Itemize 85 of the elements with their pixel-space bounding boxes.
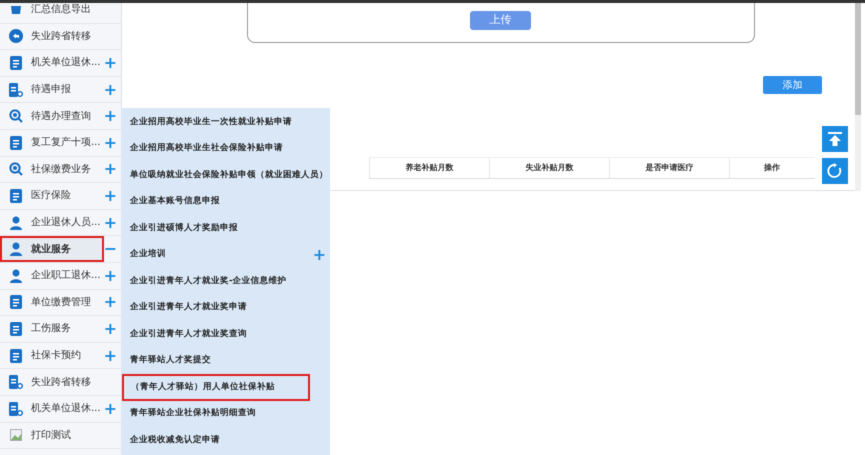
sidebar-label: 就业服务 <box>31 242 71 257</box>
column-header: 操作 <box>729 158 814 178</box>
document-icon <box>10 188 22 203</box>
submenu-item[interactable]: 企业招用高校毕业生一次性就业补贴申请 <box>121 109 330 136</box>
person-icon <box>9 268 23 283</box>
submenu-label: 企业招用高校毕业生社会保险补贴申请 <box>130 142 283 156</box>
sidebar-label: 汇总信息导出 <box>31 3 91 18</box>
submenu-item[interactable]: 单位吸纳就业社会保险补贴申领（就业困难人员） <box>121 162 330 188</box>
arrow-up-icon <box>827 131 843 147</box>
sidebar-item[interactable]: 企业职工退休... <box>0 262 104 289</box>
sidebar-item[interactable]: 企业退休人员... <box>0 210 104 236</box>
sidebar-item[interactable]: 工伤服务 <box>0 316 104 342</box>
sidebar-label: 工伤服务 <box>31 322 71 336</box>
sidebar-label: 机关单位退休... <box>31 56 101 70</box>
submenu-label: 企业招用高校毕业生一次性就业补贴申请 <box>130 116 292 129</box>
search-icon <box>9 109 23 124</box>
document-icon <box>9 402 23 416</box>
sidebar-label: 企业退休人员... <box>31 216 101 230</box>
refresh-icon <box>827 163 843 179</box>
submenu-item[interactable]: （青年人才驿站）用人单位社保补贴 <box>122 374 310 400</box>
sidebar-item[interactable]: 失业跨省转移 <box>0 369 104 395</box>
sidebar-label: 社保卡预约 <box>31 348 81 364</box>
document-icon <box>10 322 22 336</box>
submenu-label: 企业培训 <box>130 248 166 262</box>
sidebar-label: 失业跨省转移 <box>31 376 91 390</box>
sidebar-label: 企业职工退休... <box>31 268 101 284</box>
sidebar-item[interactable]: 失业跨省转移 <box>0 24 104 50</box>
document-icon <box>10 136 22 150</box>
document-icon <box>10 56 22 70</box>
back-to-top-button[interactable] <box>822 126 848 152</box>
submenu-item[interactable]: 企业引进青年人才就业奖申请 <box>121 294 330 321</box>
sidebar-item[interactable]: 机关单位退休... <box>0 396 104 422</box>
submenu-label: 企业引进青年人才就业奖查询 <box>130 328 247 341</box>
submenu-item[interactable]: 企业招用高校毕业生社会保险补贴申请 <box>121 136 330 162</box>
submenu-item[interactable]: 青年驿站人才奖提交 <box>121 348 330 374</box>
trash-icon <box>10 6 22 14</box>
sidebar-label: 失业跨省转移 <box>31 30 91 44</box>
sidebar-label: 社保缴费业务 <box>31 162 91 177</box>
sidebar-item[interactable]: 待遇申报 <box>0 76 104 102</box>
sidebar-item[interactable]: 就业服务 <box>0 236 104 262</box>
column-header: 养老补贴月数 <box>369 158 489 178</box>
submenu-item[interactable]: 企业基本账号信息申报 <box>121 188 330 215</box>
sidebar-item[interactable]: 复工复产十项... <box>0 130 104 156</box>
document-icon <box>10 295 22 310</box>
submenu-label: 企业引进硕博人才奖励申报 <box>130 222 238 235</box>
search-icon <box>9 162 23 176</box>
sidebar-item[interactable]: 汇总信息导出 <box>0 3 104 23</box>
document-icon <box>9 375 23 390</box>
scrollbar[interactable] <box>855 3 861 191</box>
sidebar-item[interactable]: 社保缴费业务 <box>0 156 104 182</box>
sidebar-label: 机关单位退休... <box>31 402 101 416</box>
submenu-label: 企业税收减免认定申请 <box>130 434 220 447</box>
sidebar-item[interactable]: 医疗保险 <box>0 183 104 209</box>
sidebar-item[interactable]: 待遇办理查询 <box>0 103 104 129</box>
column-header: 是否申请医疗 <box>609 158 729 178</box>
sidebar-item[interactable]: 单位缴费管理 <box>0 290 104 316</box>
submenu-label: 企业引进青年人才就业奖申请 <box>130 301 247 314</box>
submenu-item[interactable]: 青年驿站企业社保补贴明细查询 <box>121 400 330 427</box>
submenu-label: 青年驿站企业社保补贴明细查询 <box>130 407 256 420</box>
sidebar-item[interactable]: 打印测试 <box>0 422 104 448</box>
submenu-item[interactable]: 企业引进硕博人才奖励申报 <box>121 215 330 242</box>
submenu-item[interactable]: 企业引进青年人才就业奖-企业信息维护 <box>121 268 330 294</box>
sidebar-label: 医疗保险 <box>31 188 71 204</box>
submenu-item[interactable]: 企业引进青年人才就业奖查询 <box>121 321 330 348</box>
broken-image-icon <box>10 429 22 442</box>
submenu-label: 企业引进青年人才就业奖-企业信息维护 <box>130 274 287 288</box>
document-icon <box>10 348 22 363</box>
sidebar-item[interactable]: 社保卡预约 <box>0 342 104 368</box>
person-icon <box>9 242 23 256</box>
submenu-label: 企业基本账号信息申报 <box>130 195 220 208</box>
sidebar-label: 单位缴费管理 <box>31 296 91 310</box>
person-icon <box>9 216 23 230</box>
submenu-item[interactable]: 企业税收减免认定申请 <box>121 427 330 454</box>
sidebar-label: 待遇申报 <box>31 82 71 98</box>
sidebar-item[interactable]: 机关单位退休... <box>0 50 104 76</box>
submenu-item[interactable]: 企业培训 + <box>121 242 330 268</box>
refresh-button[interactable] <box>822 158 848 184</box>
sidebar-label: 复工复产十项... <box>31 136 101 150</box>
sidebar-label: 打印测试 <box>31 428 71 443</box>
submenu-label: （青年人才驿站）用人单位社保补贴 <box>131 380 275 394</box>
submenu-label: 单位吸纳就业社会保险补贴申领（就业困难人员） <box>130 168 328 182</box>
column-header: 失业补贴月数 <box>489 158 609 178</box>
document-icon <box>9 82 23 97</box>
sidebar-label: 待遇办理查询 <box>31 110 91 124</box>
submenu-label: 青年驿站人才奖提交 <box>130 354 211 368</box>
